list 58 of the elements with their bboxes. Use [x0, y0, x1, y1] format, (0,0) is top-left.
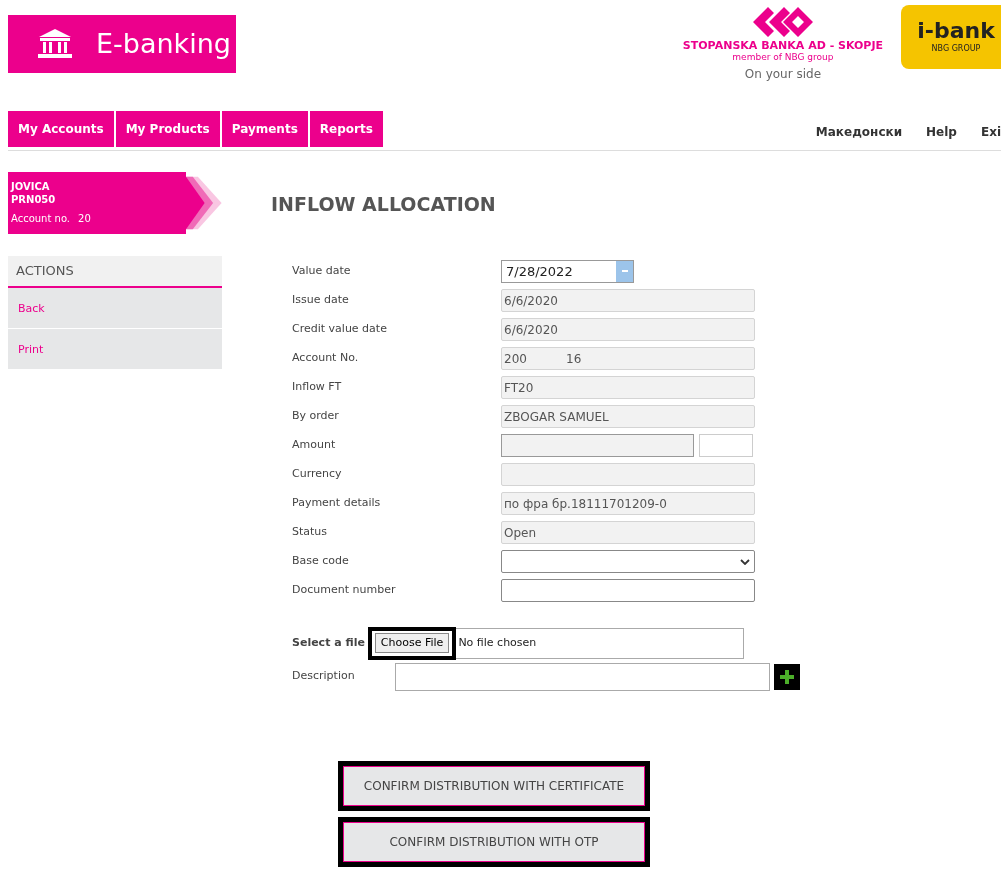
readonly-field[interactable]: по фра бр.18111701209-0 — [501, 492, 755, 515]
amount-field[interactable] — [501, 434, 694, 457]
file-label: Select a file — [292, 634, 365, 651]
readonly-field[interactable]: FT20 — [501, 376, 755, 399]
bank-slogan: On your side — [744, 66, 822, 83]
readonly-field[interactable] — [501, 463, 755, 486]
page-title: INFLOW ALLOCATION — [271, 192, 497, 217]
bank-name: STOPANSKA BANKA AD - SKOPJE — [682, 39, 883, 52]
field-label: Issue date — [292, 292, 350, 309]
account-label: Account no. — [11, 211, 70, 226]
chevron-down-icon — [740, 558, 750, 565]
customer-name: JOVICA — [11, 180, 51, 193]
bank-building-icon — [36, 28, 74, 60]
document-number-field[interactable] — [501, 579, 755, 602]
field-label: Inflow FT — [292, 379, 343, 396]
bank-member-text: member of NBG group — [732, 52, 834, 63]
nav-tab[interactable]: My Accounts — [8, 111, 114, 147]
field-label: Status — [292, 524, 329, 541]
dropdown-icon[interactable] — [616, 261, 633, 282]
app-title: E-banking — [96, 26, 231, 61]
confirm-button[interactable]: CONFIRM DISTRIBUTION WITH CERTIFICATE — [338, 760, 650, 811]
nav-tab[interactable]: My Products — [115, 111, 220, 147]
add-button[interactable] — [774, 663, 800, 690]
field-label: By order — [292, 408, 340, 425]
confirm-button[interactable]: CONFIRM DISTRIBUTION WITH OTP — [338, 816, 650, 867]
field-label: Amount — [292, 437, 337, 454]
field-label: Currency — [292, 466, 343, 483]
base-code-select[interactable] — [501, 550, 755, 573]
description-field[interactable] — [395, 662, 770, 691]
plus-icon — [780, 669, 794, 684]
file-status: No file chosen — [458, 634, 537, 651]
top-link[interactable]: Exi — [980, 123, 1001, 141]
top-link[interactable]: Македонски — [815, 123, 903, 141]
field-label: Account No. — [292, 350, 360, 367]
nav-tab[interactable]: Reports — [309, 111, 383, 147]
field-label: Base code — [292, 553, 350, 570]
date-field[interactable]: 7/28/2022 — [501, 260, 634, 283]
account-number: 20 — [78, 211, 91, 226]
readonly-field[interactable]: 6/6/2020 — [501, 289, 755, 312]
description-label: Description — [292, 668, 356, 685]
field-label: Document number — [292, 582, 397, 599]
choose-file-button[interactable]: Choose File — [367, 626, 457, 660]
top-link[interactable]: Help — [926, 123, 957, 141]
readonly-field[interactable]: Open — [501, 521, 755, 544]
nav-tab[interactable]: Payments — [221, 111, 308, 147]
readonly-field[interactable]: 200 16 — [501, 347, 755, 370]
field-label: Value date — [292, 263, 352, 280]
field-label: Payment details — [292, 495, 382, 512]
customer-id: PRN050 — [11, 193, 57, 206]
ibank-logo: i-bank NBG GROUP — [901, 5, 1001, 69]
actions-title: ACTIONS — [8, 256, 222, 288]
date-value: 7/28/2022 — [505, 262, 574, 281]
ebanking-logo[interactable]: E-banking — [8, 15, 236, 73]
readonly-field[interactable]: ZBOGAR SAMUEL — [501, 405, 755, 428]
field-label: Credit value date — [292, 321, 388, 338]
file-picker[interactable]: Choose File No file chosen — [367, 627, 744, 659]
currency-code-field[interactable] — [699, 434, 753, 457]
readonly-field[interactable]: 6/6/2020 — [501, 318, 755, 341]
